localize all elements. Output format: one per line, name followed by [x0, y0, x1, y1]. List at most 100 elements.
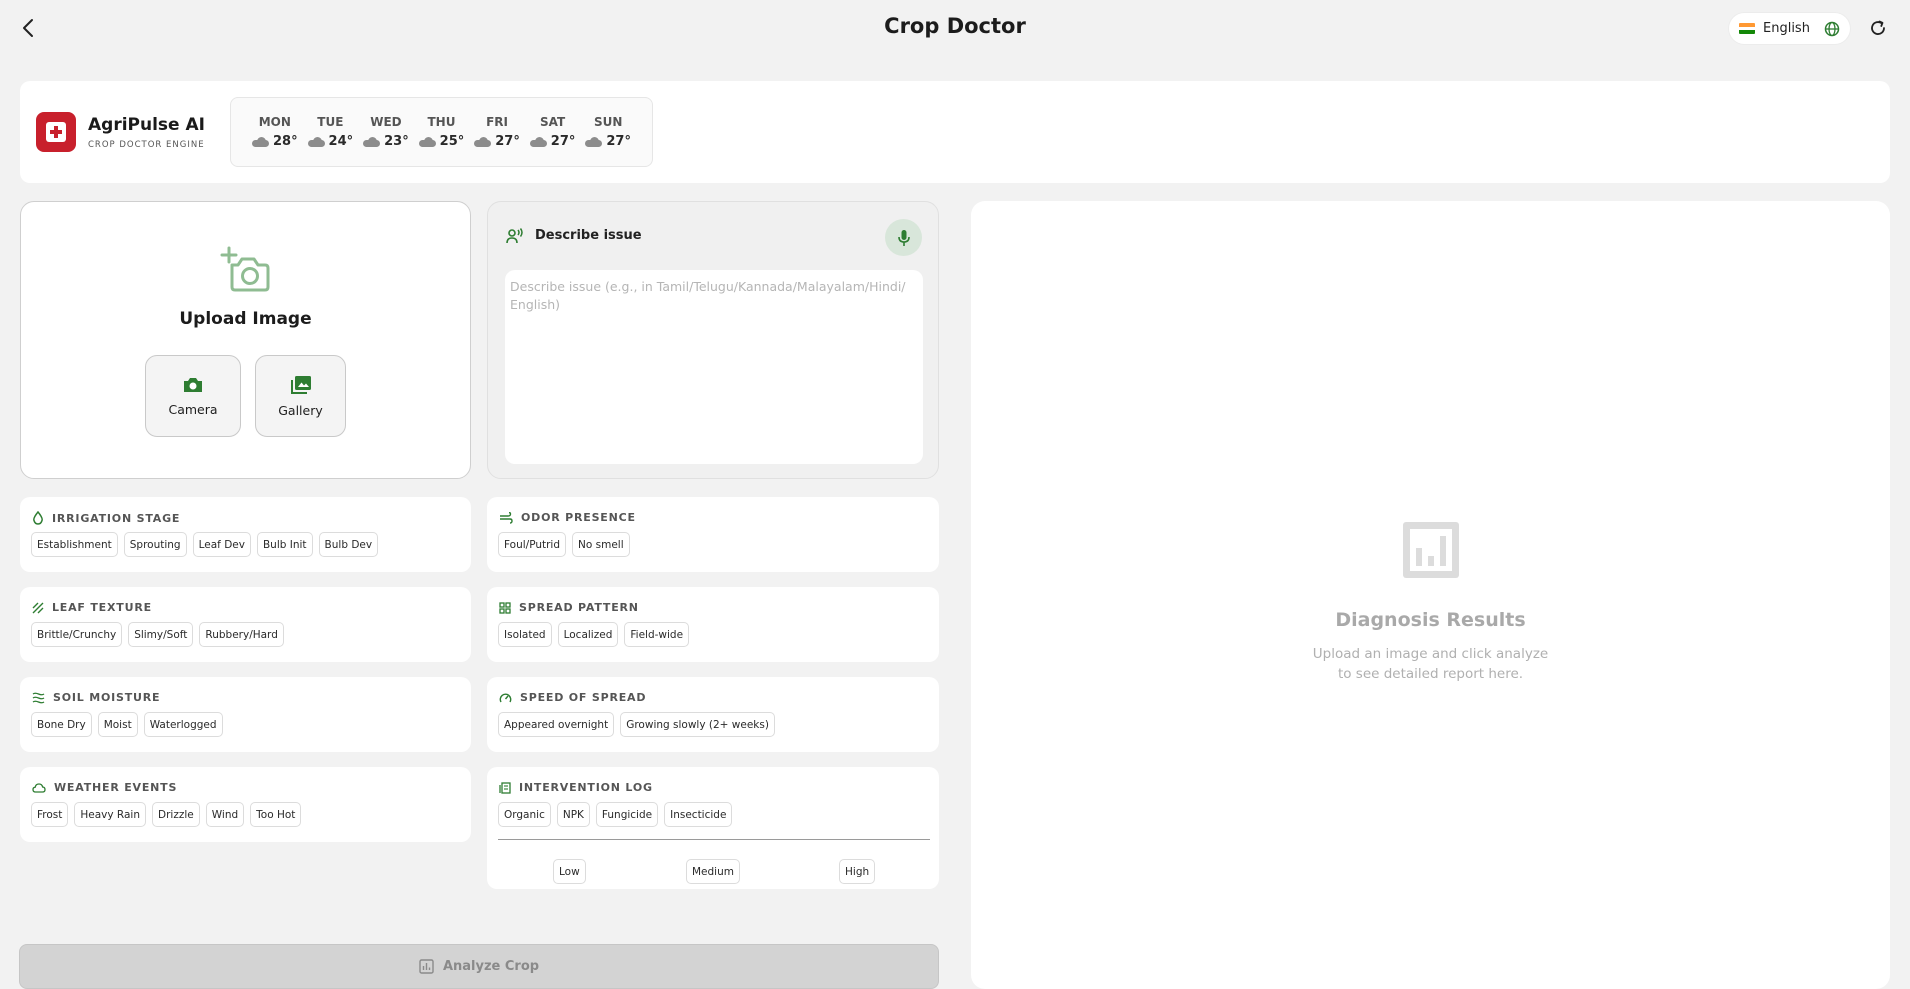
weather-day: MON 28°	[251, 115, 298, 149]
cloud-icon	[307, 136, 325, 147]
chip-wind[interactable]: Wind	[205, 802, 245, 827]
camera-icon	[184, 377, 202, 392]
brand-name: AgriPulse AI	[88, 115, 205, 135]
chip-leaf-dev[interactable]: Leaf Dev	[192, 532, 251, 557]
chip-insecticide[interactable]: Insecticide	[664, 802, 733, 827]
globe-icon	[1824, 21, 1840, 36]
chip-too-hot[interactable]: Too Hot	[250, 802, 302, 827]
weather-events-title: WEATHER EVENTS	[54, 781, 178, 794]
day-name: SUN	[593, 115, 623, 129]
chip-drizzle[interactable]: Drizzle	[152, 802, 200, 827]
intervention-log-card: INTERVENTION LOG Organic NPK Fungicide I…	[487, 767, 939, 889]
chip-frost[interactable]: Frost	[31, 802, 69, 827]
chip-npk[interactable]: NPK	[556, 802, 590, 827]
chip-rubbery-hard[interactable]: Rubbery/Hard	[199, 622, 284, 647]
chip-bulb-dev[interactable]: Bulb Dev	[318, 532, 379, 557]
subtitle-line-2: to see detailed report here.	[1337, 666, 1524, 682]
gallery-label: Gallery	[278, 402, 323, 418]
chip-sprouting[interactable]: Sprouting	[123, 532, 187, 557]
chip-slimy-soft[interactable]: Slimy/Soft	[128, 622, 194, 647]
brand-subtitle: CROP DOCTOR ENGINE	[88, 140, 205, 150]
cloud-outline-icon	[32, 782, 46, 793]
describe-issue-card: Describe issue	[487, 201, 939, 479]
chip-establishment[interactable]: Establishment	[31, 532, 118, 557]
chip-bulb-init[interactable]: Bulb Init	[256, 532, 313, 557]
weather-events-card: WEATHER EVENTS Frost Heavy Rain Drizzle …	[20, 767, 471, 842]
brand-card: AgriPulse AI CROP DOCTOR ENGINE MON 28° T…	[20, 81, 1890, 183]
chip-localized[interactable]: Localized	[557, 622, 619, 647]
level-low[interactable]: Low	[553, 859, 586, 884]
chip-waterlogged[interactable]: Waterlogged	[143, 712, 223, 737]
language-selector[interactable]: English	[1729, 13, 1850, 44]
odor-presence-title: ODOR PRESENCE	[521, 511, 636, 524]
grid-icon	[499, 601, 511, 614]
analyze-crop-button[interactable]: Analyze Crop	[19, 944, 939, 989]
chip-fungicide[interactable]: Fungicide	[595, 802, 659, 827]
describe-issue-input[interactable]	[505, 270, 923, 464]
air-wind-icon	[500, 511, 513, 524]
medical-cross-logo-icon	[36, 112, 76, 152]
soil-moisture-card: SOIL MOISTURE Bone Dry Moist Waterlogged	[20, 677, 471, 752]
cloud-icon	[363, 136, 381, 147]
speedometer-icon	[499, 693, 512, 702]
level-medium[interactable]: Medium	[686, 859, 740, 884]
analytics-icon	[419, 959, 434, 974]
level-high[interactable]: High	[839, 859, 876, 884]
describe-issue-title: Describe issue	[535, 228, 642, 243]
chip-heavy-rain[interactable]: Heavy Rain	[74, 802, 147, 827]
voice-speaker-icon	[506, 228, 523, 244]
gallery-icon	[290, 375, 311, 394]
day-temp: 27°	[606, 134, 631, 149]
refresh-icon	[1871, 20, 1885, 35]
back-button[interactable]	[14, 14, 42, 42]
subtitle-line-1: Upload an image and click analyze	[1312, 646, 1549, 662]
day-name: MON	[258, 115, 291, 129]
add-photo-icon[interactable]	[219, 246, 271, 292]
leaf-texture-card: LEAF TEXTURE Brittle/Crunchy Slimy/Soft …	[20, 587, 471, 662]
spread-pattern-title: SPREAD PATTERN	[519, 601, 639, 614]
chip-brittle-crunchy[interactable]: Brittle/Crunchy	[31, 622, 123, 647]
day-temp: 25°	[439, 134, 465, 149]
day-name: SAT	[540, 115, 566, 129]
chip-growing-slowly[interactable]: Growing slowly (2+ weeks)	[620, 712, 775, 737]
day-name: TUE	[317, 115, 344, 129]
texture-icon	[32, 602, 44, 613]
day-name: WED	[370, 115, 402, 129]
gallery-button[interactable]: Gallery	[255, 355, 346, 437]
speed-of-spread-card: SPEED OF SPREAD Appeared overnight Growi…	[487, 677, 939, 752]
refresh-button[interactable]	[1866, 16, 1890, 40]
weather-day: TUE 24°	[307, 115, 353, 149]
chip-foul-putrid[interactable]: Foul/Putrid	[498, 532, 567, 557]
weather-day: THU 25°	[418, 115, 465, 149]
day-name: THU	[427, 115, 456, 129]
day-temp: 27°	[495, 134, 520, 149]
camera-button[interactable]: Camera	[145, 355, 241, 437]
speed-of-spread-title: SPEED OF SPREAD	[520, 691, 647, 704]
upload-image-card: Upload Image Camera Gallery	[20, 201, 471, 479]
soil-moisture-title: SOIL MOISTURE	[53, 691, 161, 704]
day-temp: 27°	[550, 134, 576, 149]
camera-label: Camera	[168, 401, 218, 417]
weather-day: WED 23°	[363, 115, 409, 149]
diagnosis-results-panel: Diagnosis Results Upload an image and cl…	[971, 201, 1890, 989]
chip-bone-dry[interactable]: Bone Dry	[31, 712, 92, 737]
weather-day: FRI 27°	[474, 115, 520, 149]
chip-field-wide[interactable]: Field-wide	[624, 622, 690, 647]
weather-day: SAT 27°	[529, 115, 576, 149]
microphone-button[interactable]	[885, 219, 922, 256]
chip-isolated[interactable]: Isolated	[498, 622, 552, 647]
intervention-log-title: INTERVENTION LOG	[519, 781, 653, 794]
chip-moist[interactable]: Moist	[97, 712, 138, 737]
chip-appeared-overnight[interactable]: Appeared overnight	[498, 712, 615, 737]
leaf-texture-title: LEAF TEXTURE	[52, 601, 152, 614]
analytics-chart-icon	[1403, 522, 1459, 578]
page-title: Crop Doctor	[884, 14, 1026, 38]
waves-icon	[32, 692, 45, 703]
water-drop-icon	[33, 511, 43, 525]
chip-organic[interactable]: Organic	[498, 802, 551, 827]
chip-no-smell[interactable]: No smell	[572, 532, 630, 557]
divider	[498, 839, 930, 840]
day-temp: 23°	[384, 134, 409, 149]
cloud-icon	[529, 136, 547, 147]
upload-image-title: Upload Image	[179, 309, 312, 329]
